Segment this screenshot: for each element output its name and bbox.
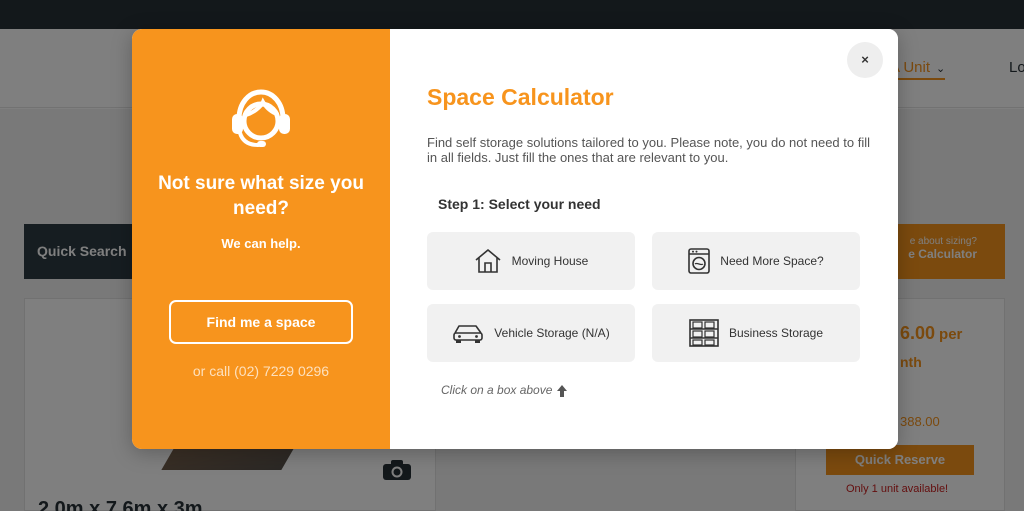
hint-label: Click on a box above: [441, 383, 553, 397]
support-agent-icon: [232, 89, 290, 147]
option-label: Business Storage: [728, 326, 824, 340]
option-need-more-space[interactable]: Need More Space?: [652, 232, 860, 290]
option-business-storage[interactable]: Business Storage: [652, 304, 860, 362]
step-label: Step 1: Select your need: [438, 196, 601, 212]
space-calculator-modal: Not sure what size you need? We can help…: [132, 29, 898, 449]
arrow-up-icon: [557, 384, 568, 397]
hint-text: Click on a box above: [441, 383, 568, 398]
help-subheading: We can help.: [221, 236, 301, 251]
close-button[interactable]: ×: [847, 42, 883, 78]
shelves-icon: [689, 319, 719, 347]
option-moving-house[interactable]: Moving House: [427, 232, 635, 290]
option-label: Moving House: [511, 254, 589, 268]
house-icon: [475, 249, 501, 273]
modal-description: Find self storage solutions tailored to …: [427, 135, 870, 165]
help-heading: Not sure what size you need?: [158, 173, 364, 219]
option-vehicle-storage[interactable]: Vehicle Storage (N/A): [427, 304, 635, 362]
calculator-panel: × Space Calculator Find self storage sol…: [390, 29, 898, 449]
car-icon: [453, 325, 484, 343]
option-label: Need More Space?: [720, 254, 824, 268]
option-label: Vehicle Storage (N/A): [494, 326, 610, 340]
washing-machine-icon: [688, 248, 711, 274]
find-me-a-space-button[interactable]: Find me a space: [169, 300, 353, 344]
help-panel: Not sure what size you need? We can help…: [132, 29, 390, 449]
call-phone-link[interactable]: or call (02) 7229 0296: [132, 363, 390, 379]
modal-title: Space Calculator: [427, 84, 614, 110]
